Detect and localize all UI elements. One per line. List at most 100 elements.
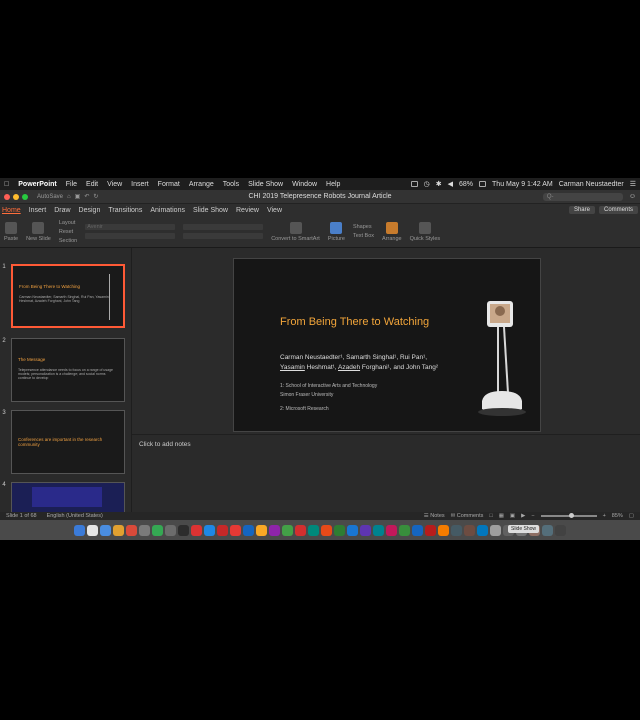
thumbnail-1[interactable]: 1 From Being There to Watching Carman Ne… <box>0 264 131 332</box>
dock-app-icon[interactable] <box>360 524 371 536</box>
thumbnail-slide[interactable]: From Being There to Watching Carman Neus… <box>11 264 125 328</box>
dock-app-icon[interactable] <box>152 524 163 536</box>
keyboard-icon[interactable] <box>410 181 418 187</box>
dock-app-icon[interactable] <box>282 524 293 536</box>
dock-app-icon[interactable] <box>451 524 462 536</box>
shapes-button[interactable]: Shapes <box>353 224 374 230</box>
dock-app-icon[interactable] <box>295 524 306 536</box>
battery-percent[interactable]: 68% <box>459 181 473 188</box>
apple-icon[interactable]:  <box>4 181 9 188</box>
redo-icon[interactable]: ↻ <box>93 193 98 200</box>
fit-slide-icon[interactable]: ▢ <box>629 513 634 519</box>
dock-app-icon[interactable] <box>178 524 189 536</box>
slideshow-view-icon[interactable]: ▶ <box>521 513 525 519</box>
normal-view-icon[interactable]: □ <box>489 513 492 519</box>
thumbnail-slide[interactable] <box>11 482 125 512</box>
dock-app-icon[interactable] <box>243 524 254 536</box>
clock[interactable]: Thu May 9 1:42 AM <box>492 181 553 188</box>
zoom-out-button[interactable]: − <box>531 513 534 519</box>
tab-slideshow[interactable]: Slide Show <box>193 207 236 214</box>
dock-app-icon[interactable] <box>126 524 137 536</box>
save-icon[interactable]: ▣ <box>75 193 81 200</box>
menu-arrange[interactable]: Arrange <box>189 181 214 188</box>
sorter-view-icon[interactable]: ▦ <box>499 513 504 519</box>
layout-button[interactable]: Layout <box>59 220 77 226</box>
menu-help[interactable]: Help <box>326 181 340 188</box>
share-button[interactable]: Share <box>568 206 595 214</box>
font-style-buttons[interactable] <box>85 233 176 239</box>
battery-icon[interactable] <box>479 181 487 187</box>
dock-app-icon[interactable] <box>191 524 202 536</box>
dock-app-icon[interactable] <box>269 524 280 536</box>
tab-draw[interactable]: Draw <box>54 207 78 214</box>
tab-animations[interactable]: Animations <box>150 207 193 214</box>
dock-app-icon[interactable] <box>113 524 124 536</box>
dock-app-icon[interactable] <box>386 524 397 536</box>
close-window-button[interactable] <box>4 193 10 200</box>
menu-insert[interactable]: Insert <box>131 181 149 188</box>
reading-view-icon[interactable]: ▣ <box>510 513 515 519</box>
arrange-button[interactable]: Arrange <box>382 221 402 242</box>
reset-button[interactable]: Reset <box>59 229 77 235</box>
dock-app-icon[interactable] <box>412 524 423 536</box>
zoom-window-button[interactable] <box>22 193 28 200</box>
menu-view[interactable]: View <box>107 181 122 188</box>
smiley-icon[interactable]: ☺ <box>629 193 636 200</box>
thumbnail-2[interactable]: 2 The Message Telepresence attendance ne… <box>0 338 131 406</box>
dock-app-icon[interactable] <box>139 524 150 536</box>
list-buttons[interactable] <box>183 224 264 230</box>
textbox-button[interactable]: Text Box <box>353 233 374 239</box>
align-buttons[interactable] <box>183 233 264 239</box>
thumbnail-slide[interactable]: Conferences are important in the researc… <box>11 410 125 474</box>
dock-app-icon[interactable] <box>464 524 475 536</box>
tab-insert[interactable]: Insert <box>29 207 55 214</box>
menu-file[interactable]: File <box>66 181 77 188</box>
autosave-label[interactable]: AutoSave <box>37 194 63 200</box>
slide-thumbnails-panel[interactable]: 1 From Being There to Watching Carman Ne… <box>0 248 132 512</box>
thumbnail-4[interactable]: 4 <box>0 482 131 512</box>
authors-line-1[interactable]: Carman Neustaedter¹, Samarth Singhal¹, R… <box>280 354 427 361</box>
new-slide-button[interactable]: New Slide <box>26 221 51 242</box>
dock-app-icon[interactable] <box>230 524 241 536</box>
menu-tools[interactable]: Tools <box>223 181 239 188</box>
tab-view[interactable]: View <box>267 207 290 214</box>
dock-app-icon[interactable] <box>217 524 228 536</box>
dock-app-icon[interactable] <box>399 524 410 536</box>
dock-app-icon[interactable] <box>542 524 553 536</box>
timemachine-icon[interactable]: ◷ <box>424 180 430 188</box>
menu-edit[interactable]: Edit <box>86 181 98 188</box>
dock-app-icon[interactable] <box>308 524 319 536</box>
dock-app-icon[interactable] <box>555 524 566 536</box>
picture-button[interactable]: Picture <box>328 221 345 242</box>
affiliation-2[interactable]: Simon Fraser University <box>280 392 333 398</box>
search-input[interactable]: Q- <box>542 192 623 201</box>
tab-design[interactable]: Design <box>79 207 109 214</box>
app-menu[interactable]: PowerPoint <box>18 181 57 188</box>
minimize-window-button[interactable] <box>13 193 19 200</box>
menu-list-icon[interactable]: ☰ <box>630 180 636 188</box>
dock-app-icon[interactable] <box>165 524 176 536</box>
current-slide[interactable]: From Being There to Watching Carman Neus… <box>233 258 541 432</box>
dock-app-icon[interactable] <box>334 524 345 536</box>
menu-slideshow[interactable]: Slide Show <box>248 181 283 188</box>
tab-transitions[interactable]: Transitions <box>108 207 150 214</box>
comments-toggle-button[interactable]: ✉ Comments <box>451 513 484 519</box>
authors-line-2[interactable]: Yasamin Heshmat¹, Azadeh Forghani¹, and … <box>280 364 438 371</box>
home-icon[interactable]: ⌂ <box>67 194 71 200</box>
thumbnail-3[interactable]: 3 Conferences are important in the resea… <box>0 410 131 478</box>
thumbnail-slide[interactable]: The Message Telepresence attendance need… <box>11 338 125 402</box>
dock-app-icon[interactable] <box>490 524 501 536</box>
zoom-in-button[interactable]: + <box>603 513 606 519</box>
affiliation-3[interactable]: 2: Microsoft Research <box>280 406 329 412</box>
comments-button[interactable]: Comments <box>598 206 638 214</box>
notes-placeholder[interactable]: Click to add notes <box>139 441 191 448</box>
menu-format[interactable]: Format <box>158 181 180 188</box>
zoom-slider[interactable] <box>540 513 597 518</box>
notes-pane[interactable]: Click to add notes <box>132 434 640 512</box>
dock-app-icon[interactable] <box>256 524 267 536</box>
dock-app-icon[interactable] <box>100 524 111 536</box>
dock-app-icon[interactable] <box>74 524 85 536</box>
dock-app-icon[interactable] <box>347 524 358 536</box>
dock-app-icon[interactable] <box>477 524 488 536</box>
affiliation-1[interactable]: 1: School of Interactive Arts and Techno… <box>280 383 377 389</box>
